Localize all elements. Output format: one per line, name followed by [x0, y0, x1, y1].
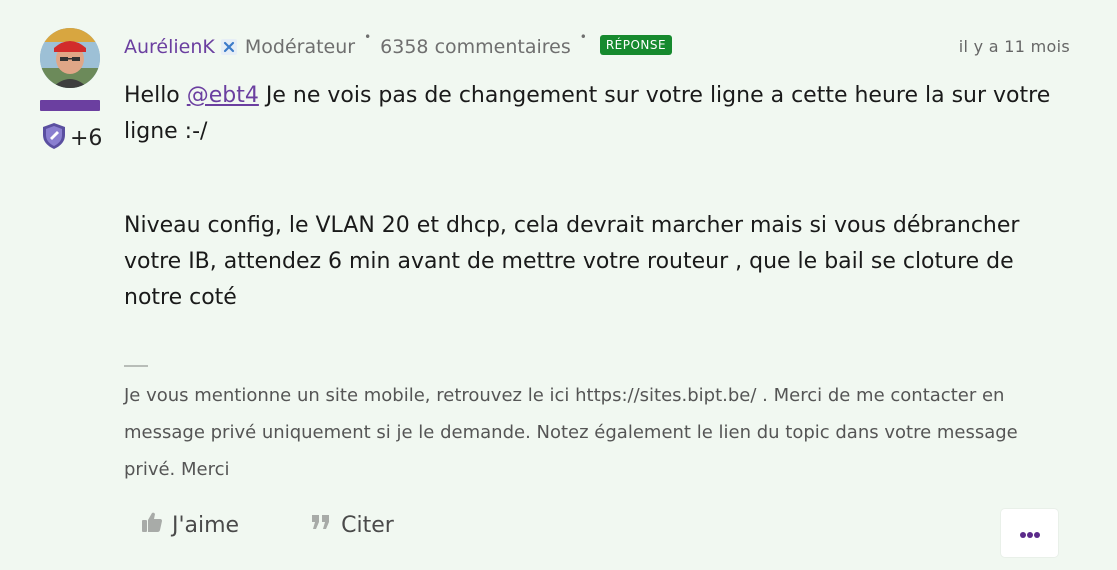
- comment-count: 6358 commentaires: [380, 36, 571, 58]
- user-mention-link[interactable]: @ebt4: [187, 83, 259, 108]
- body-paragraph: Hello @ebt4 Je ne vois pas de changement…: [124, 78, 1064, 150]
- badge-count: +6: [70, 125, 103, 151]
- greeting: Hello: [124, 83, 187, 108]
- like-label: J'aime: [172, 512, 240, 538]
- post-header: AurélienK Modérateur • 6358 commentaires…: [124, 30, 1070, 61]
- author-role: Modérateur: [244, 36, 356, 58]
- separator-dot: •: [579, 30, 587, 44]
- shield-badge-icon: [42, 122, 66, 154]
- more-options-button[interactable]: [1001, 509, 1058, 557]
- signature-divider: [124, 365, 148, 367]
- comment-post: +6 AurélienK Modérateur • 6358 commentai…: [0, 0, 1117, 570]
- signature: Je vous mentionne un site mobile, retrou…: [124, 385, 1018, 480]
- post-timestamp[interactable]: il y a 11 mois: [959, 37, 1070, 56]
- badges[interactable]: +6: [42, 122, 102, 154]
- more-dots-icon: [1019, 524, 1041, 543]
- author-name[interactable]: AurélienK: [124, 36, 215, 58]
- post-actions: J'aime Citer: [140, 510, 394, 540]
- quote-label: Citer: [341, 512, 394, 538]
- like-button[interactable]: J'aime: [140, 510, 239, 540]
- rank-bar: [40, 100, 100, 111]
- answer-badge: RÉPONSE: [599, 35, 673, 55]
- avatar[interactable]: [40, 28, 100, 88]
- separator-dot: •: [364, 30, 372, 44]
- thumbs-up-icon: [140, 510, 172, 540]
- moderator-icon: [220, 38, 237, 59]
- quote-icon: [309, 510, 341, 540]
- post-body: Hello @ebt4 Je ne vois pas de changement…: [124, 78, 1064, 316]
- quote-button[interactable]: Citer: [309, 510, 394, 540]
- paragraph-text: Je ne vois pas de changement sur votre l…: [124, 83, 1051, 144]
- body-paragraph: Niveau config, le VLAN 20 et dhcp, cela …: [124, 213, 1020, 310]
